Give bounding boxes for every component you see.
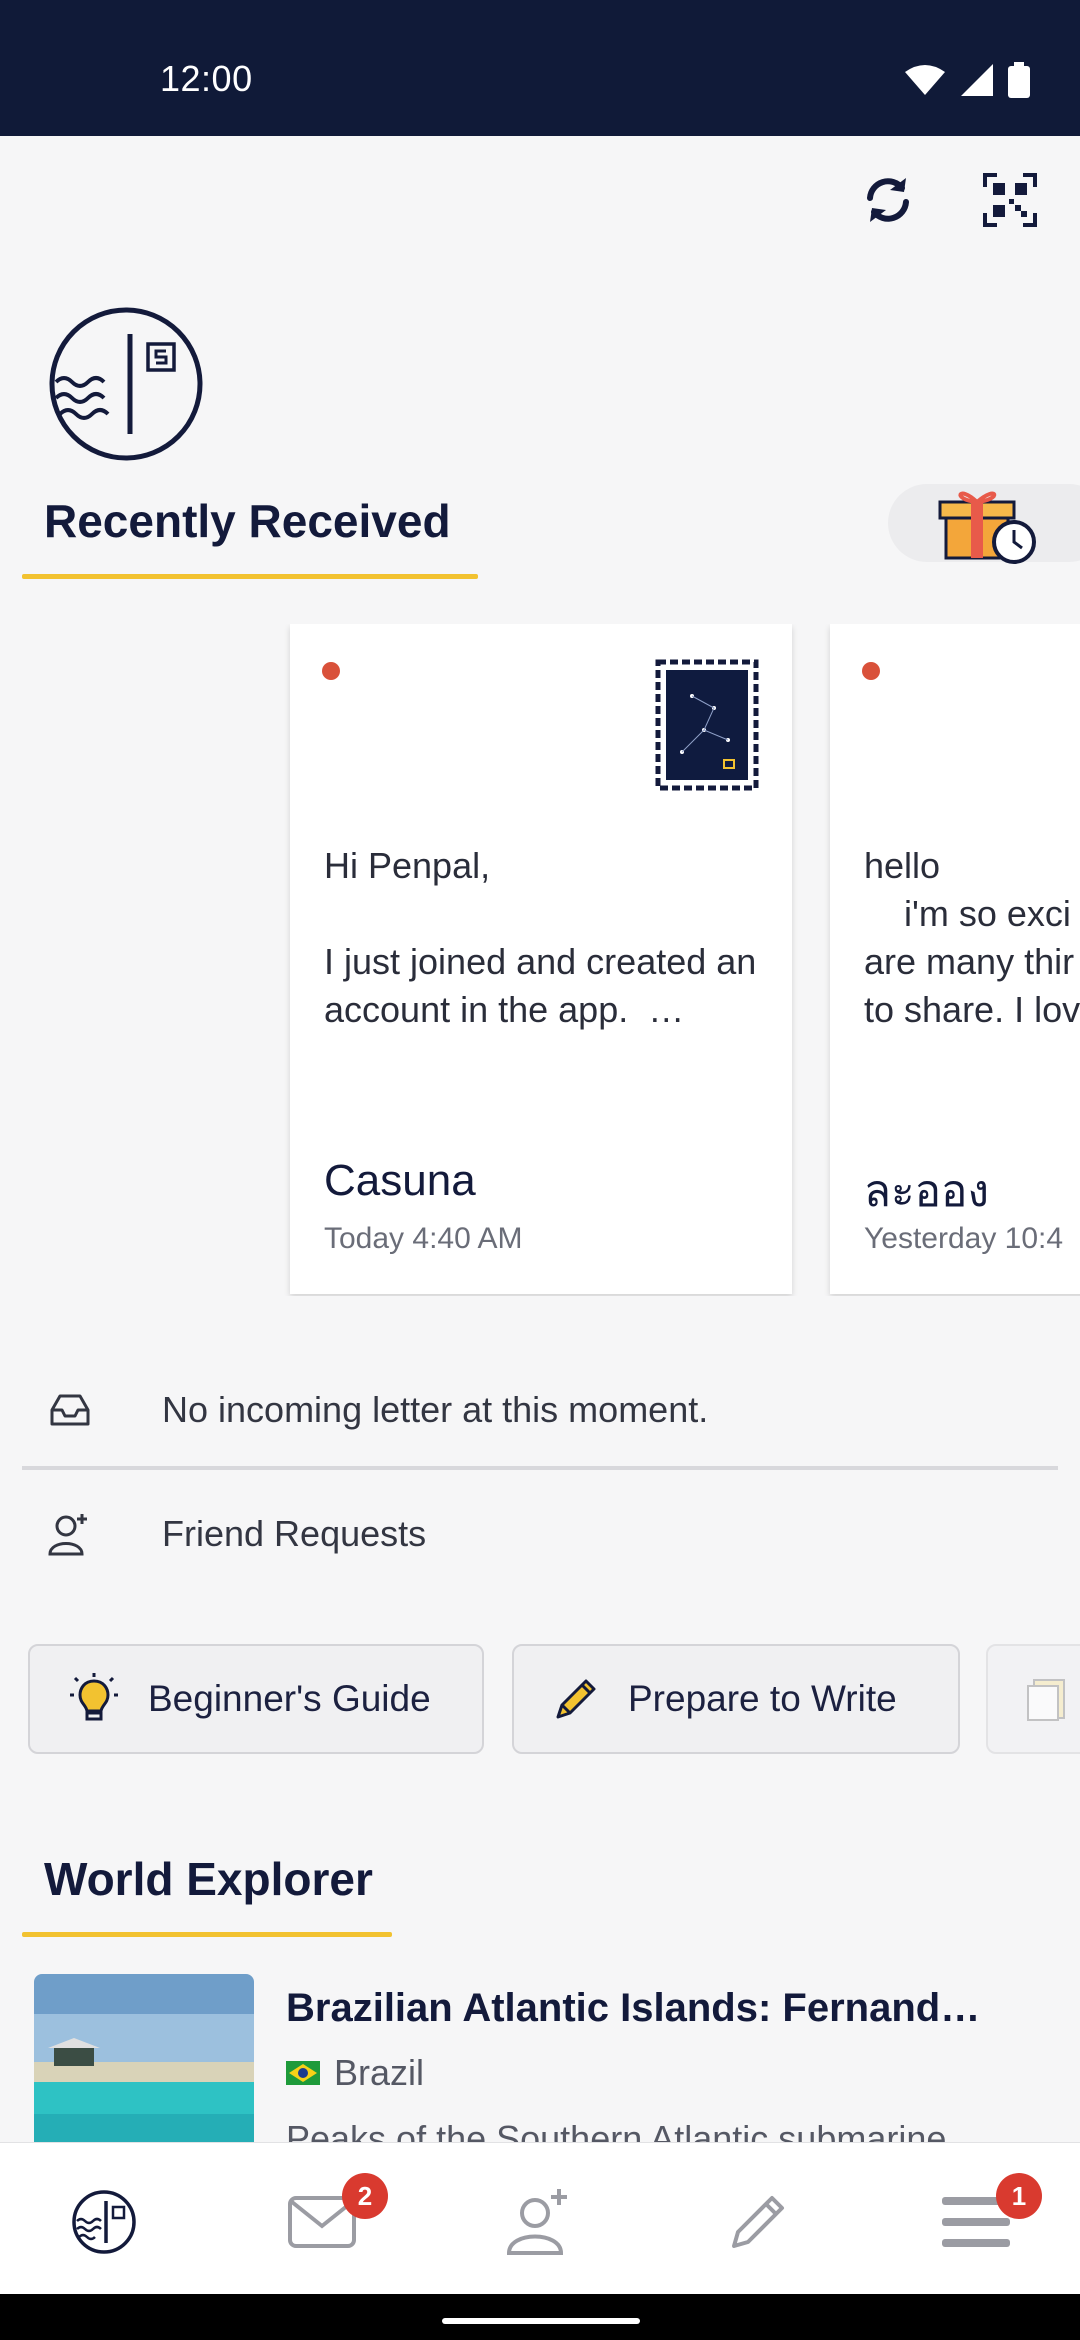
letter-date: Today 4:40 AM	[324, 1222, 523, 1255]
refresh-button[interactable]	[858, 170, 918, 230]
prepare-to-write-label: Prepare to Write	[628, 1678, 897, 1719]
brazil-flag-icon	[286, 2061, 320, 2085]
wifi-icon	[905, 65, 945, 95]
status-bar: 12:00	[0, 0, 1080, 136]
gift-clock-icon	[938, 491, 1036, 564]
home-gesture-handle[interactable]	[442, 2318, 640, 2324]
letter-date: Yesterday 10:4	[864, 1222, 1064, 1255]
qr-code-icon	[983, 173, 1037, 227]
constellation-stamp-icon	[655, 659, 759, 791]
home-logo-icon	[72, 2190, 136, 2254]
gift-timer-button[interactable]	[888, 484, 1080, 564]
add-friend-icon	[506, 2189, 567, 2255]
signal-icon	[961, 64, 993, 96]
pencil-icon	[732, 2196, 784, 2248]
incoming-letter-text: No incoming letter at this moment.	[162, 1389, 709, 1430]
menu-badge: 1	[996, 2173, 1042, 2219]
status-icons	[904, 62, 1030, 98]
mail-badge: 2	[342, 2173, 388, 2219]
gesture-bar	[0, 2294, 1080, 2340]
article-thumbnail	[34, 1974, 254, 2154]
article-country-name: Brazil	[334, 2052, 425, 2093]
letter-sender: Casuna	[324, 1156, 476, 1205]
lightbulb-icon	[66, 1671, 122, 1727]
friend-requests-row[interactable]: Friend Requests	[22, 1504, 1058, 1564]
bottom-nav: 2 1	[0, 2142, 1080, 2295]
incoming-letter-row: No incoming letter at this moment.	[22, 1380, 1058, 1440]
nav-write[interactable]	[718, 2187, 798, 2257]
notes-icon	[1024, 1674, 1074, 1724]
status-time: 12:00	[160, 58, 253, 99]
nav-home[interactable]	[64, 2187, 144, 2257]
friend-requests-label: Friend Requests	[162, 1513, 427, 1554]
divider	[22, 1466, 1058, 1470]
letter-card[interactable]: Hi Penpal, I just joined and created an …	[290, 624, 792, 1294]
recently-received-underline	[22, 574, 478, 579]
article-title: Brazilian Atlantic Islands: Fernand…	[286, 1986, 981, 2030]
unread-dot	[322, 662, 340, 680]
world-explorer-underline	[22, 1932, 392, 1937]
battery-icon	[1008, 62, 1030, 98]
more-chip-button[interactable]	[986, 1644, 1080, 1754]
header-actions	[858, 170, 1040, 230]
article-country: Brazil	[286, 2052, 424, 2094]
prepare-to-write-button[interactable]: Prepare to Write	[512, 1644, 960, 1754]
nav-friends[interactable]	[498, 2187, 578, 2257]
letter-preview: Hi Penpal, I just joined and created an …	[324, 845, 757, 1030]
beginners-guide-button[interactable]: Beginner's Guide	[28, 1644, 484, 1754]
letter-sender: ละออง	[864, 1167, 989, 1216]
letter-preview: hello i'm so exci are many thir to share…	[864, 845, 1080, 1030]
letters-carousel[interactable]: Hi Penpal, I just joined and created an …	[0, 624, 1080, 1296]
explorer-article[interactable]: Brazilian Atlantic Islands: Fernand… Bra…	[34, 1974, 1074, 2159]
inbox-icon	[48, 1392, 118, 1428]
world-explorer-title: World Explorer	[44, 1853, 373, 1905]
refresh-icon	[867, 178, 909, 222]
recently-received-title: Recently Received	[44, 495, 451, 547]
add-friend-icon	[48, 1512, 118, 1556]
unread-dot	[862, 662, 880, 680]
letter-card[interactable]: hello i'm so exci are many thir to share…	[830, 624, 1080, 1294]
app-logo	[49, 307, 203, 461]
pencil-icon	[550, 1673, 602, 1725]
beginners-guide-label: Beginner's Guide	[148, 1678, 431, 1719]
qr-scan-button[interactable]	[980, 170, 1040, 230]
